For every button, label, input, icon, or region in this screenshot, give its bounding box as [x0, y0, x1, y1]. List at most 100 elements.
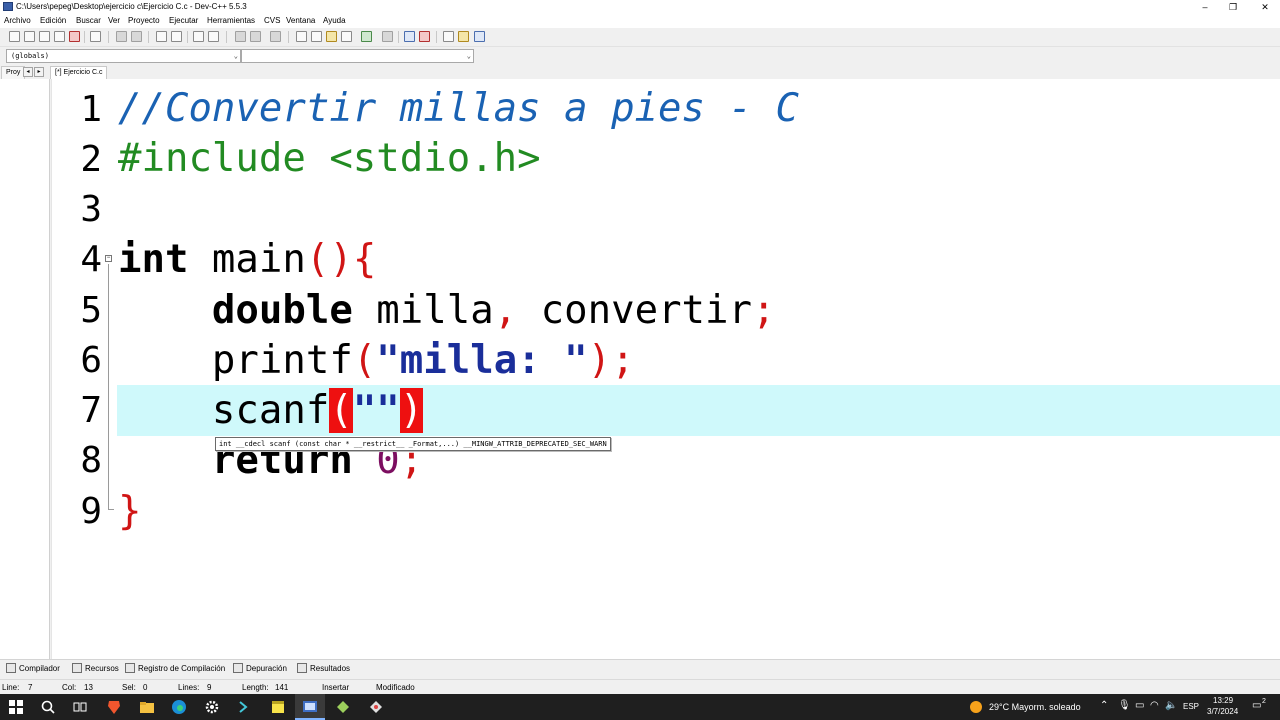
menu-herramientas[interactable]: Herramientas	[207, 16, 255, 25]
menu-ejecutar[interactable]: Ejecutar	[169, 16, 198, 25]
project-options-icon[interactable]	[311, 31, 322, 42]
powershell-icon[interactable]	[237, 699, 253, 715]
identifier: convertir	[517, 288, 752, 333]
help-icon[interactable]	[474, 31, 485, 42]
tab-label: Recursos	[85, 663, 119, 673]
new-file-icon[interactable]	[9, 31, 20, 42]
menu-archivo[interactable]: Archivo	[4, 16, 31, 25]
redo-icon[interactable]	[131, 31, 142, 42]
wifi-icon[interactable]: ◠	[1150, 700, 1159, 711]
compile-log-icon	[125, 663, 135, 673]
scope-select[interactable]: (globals) ⌄	[6, 49, 241, 63]
save-icon[interactable]	[39, 31, 50, 42]
menu-ventana[interactable]: Ventana	[286, 16, 315, 25]
weather-sun-icon[interactable]	[968, 699, 984, 715]
indent-icon[interactable]	[193, 31, 204, 42]
punctuation: ,	[493, 288, 518, 333]
tab-ejercicio-c[interactable]: [*] Ejercicio C.c	[50, 66, 108, 79]
windows-start-icon[interactable]	[8, 699, 24, 715]
menu-edicion[interactable]: Edición	[40, 16, 66, 25]
fold-toggle-icon[interactable]: −	[105, 255, 112, 262]
status-sel-label: Sel:	[122, 683, 136, 692]
replace-icon[interactable]	[171, 31, 182, 42]
menu-buscar[interactable]: Buscar	[76, 16, 101, 25]
edge-browser-icon[interactable]	[171, 699, 187, 715]
resources-icon	[72, 663, 82, 673]
project-panel[interactable]	[0, 79, 50, 659]
save-all-icon[interactable]	[54, 31, 65, 42]
minimize-button[interactable]: –	[1190, 0, 1220, 14]
tab-label: Resultados	[310, 663, 351, 673]
tab-project[interactable]: Proy	[1, 66, 26, 79]
app-icon[interactable]	[368, 699, 384, 715]
toolbar	[0, 28, 1280, 47]
chevron-down-icon: ⌄	[233, 52, 238, 60]
line-number: 8	[80, 440, 102, 481]
back-icon[interactable]	[235, 31, 246, 42]
class-browser-icon[interactable]	[326, 31, 337, 42]
member-select[interactable]: ⌄	[241, 49, 474, 63]
scope-select-value: (globals)	[11, 52, 49, 60]
chevron-down-icon: ⌄	[466, 52, 471, 60]
menu-cvs[interactable]: CVS	[264, 16, 280, 25]
find-icon[interactable]	[156, 31, 167, 42]
brace-match-close: )	[399, 388, 424, 433]
app-icon[interactable]	[335, 699, 351, 715]
settings-gear-icon[interactable]	[204, 699, 220, 715]
punctuation: );	[587, 338, 635, 383]
title-bar: C:\Users\pepeg\Desktop\ejercicio c\Ejerc…	[0, 0, 1280, 14]
file-explorer-icon[interactable]	[139, 699, 155, 715]
tab-resultados[interactable]: Resultados	[297, 663, 350, 673]
brave-browser-icon[interactable]	[106, 699, 122, 715]
string-literal: "milla: "	[376, 338, 588, 383]
goto-icon[interactable]	[443, 31, 454, 42]
debug-icon	[233, 663, 243, 673]
undo-icon[interactable]	[116, 31, 127, 42]
tab-registro-compilacion[interactable]: Registro de Compilación	[125, 663, 225, 673]
devcpp-icon[interactable]	[302, 699, 318, 715]
tab-recursos[interactable]: Recursos	[72, 663, 119, 673]
tab-compilador[interactable]: Compilador	[6, 663, 60, 673]
menu-ver[interactable]: Ver	[108, 16, 120, 25]
sticky-notes-icon[interactable]	[270, 699, 286, 715]
code-line-6: printf("milla: ");	[118, 336, 635, 386]
chevron-up-icon[interactable]: ⌃	[1100, 700, 1108, 711]
menu-bar: Archivo Edición Buscar Ver Proyecto Ejec…	[0, 14, 1280, 28]
check-syntax-icon[interactable]	[361, 31, 372, 42]
weather-text[interactable]: 29°C Mayorm. soleado	[989, 702, 1081, 712]
microphone-icon[interactable]: 🎙	[1118, 700, 1131, 711]
search-icon[interactable]	[40, 699, 56, 715]
menu-ayuda[interactable]: Ayuda	[323, 16, 346, 25]
forward-icon[interactable]	[250, 31, 261, 42]
task-view-icon[interactable]	[72, 699, 88, 715]
brace-match-open: (	[329, 388, 353, 433]
profile-icon[interactable]	[404, 31, 415, 42]
delete-profile-icon[interactable]	[419, 31, 430, 42]
language-indicator[interactable]: ESP	[1183, 702, 1199, 711]
stop-execution-icon[interactable]	[382, 31, 393, 42]
tab-depuracion[interactable]: Depuración	[233, 663, 287, 673]
line-number: 1	[80, 89, 102, 130]
compile-icon[interactable]	[341, 31, 352, 42]
open-file-icon[interactable]	[24, 31, 35, 42]
tab-scroll-right-icon[interactable]: ▸	[34, 67, 44, 77]
network-icon[interactable]: ▭	[1135, 700, 1144, 711]
volume-icon[interactable]: 🔈	[1165, 700, 1177, 711]
close-button[interactable]: ✕	[1250, 0, 1280, 14]
exit-icon[interactable]	[458, 31, 469, 42]
new-project-icon[interactable]	[296, 31, 307, 42]
maximize-button[interactable]: ❐	[1218, 0, 1248, 14]
clock-date[interactable]: 3/7/2024	[1207, 707, 1238, 716]
menu-proyecto[interactable]: Proyecto	[128, 16, 160, 25]
tab-scroll-left-icon[interactable]: ◂	[23, 67, 33, 77]
status-sel-value: 0	[143, 683, 148, 692]
print-icon[interactable]	[90, 31, 101, 42]
identifier: main	[188, 237, 306, 282]
unindent-icon[interactable]	[208, 31, 219, 42]
clock-time[interactable]: 13:29	[1213, 696, 1233, 705]
toggle-bookmark-icon[interactable]	[270, 31, 281, 42]
close-file-icon[interactable]	[69, 31, 80, 42]
notifications-icon[interactable]: ▭	[1252, 700, 1261, 711]
status-col-label: Col:	[62, 683, 77, 692]
